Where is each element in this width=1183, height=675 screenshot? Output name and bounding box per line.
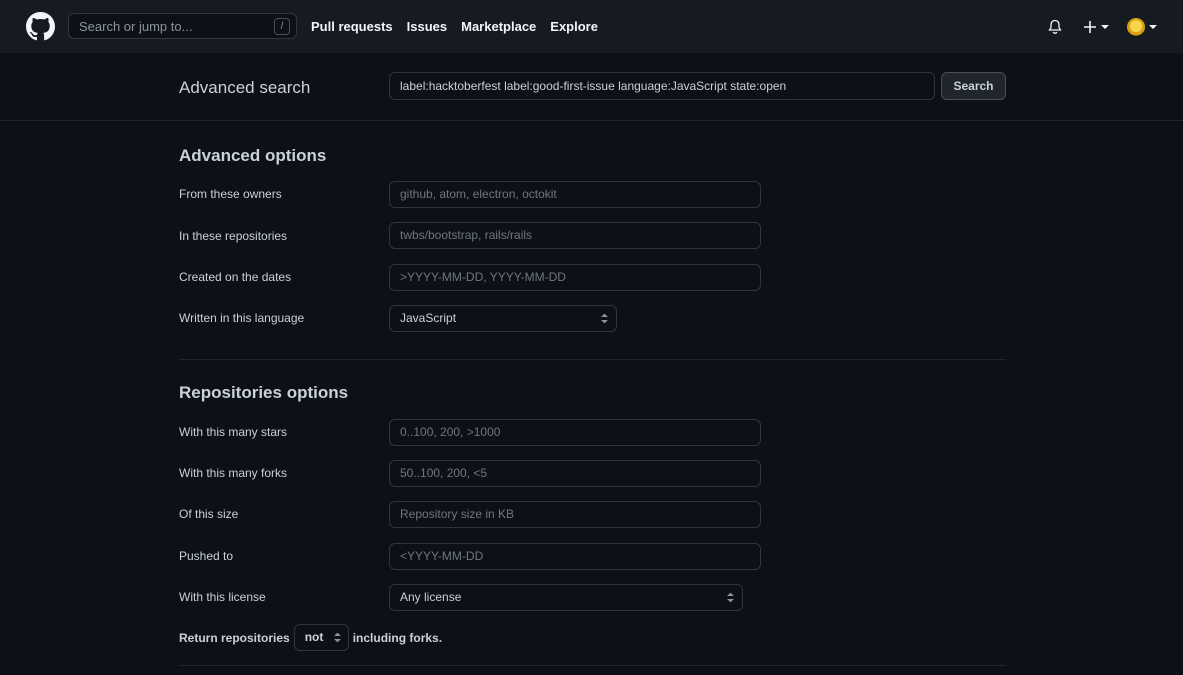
select-arrows-icon <box>727 592 734 603</box>
search-button[interactable]: Search <box>941 72 1006 100</box>
forks-label: With this many forks <box>179 466 288 480</box>
plus-icon <box>1084 20 1096 33</box>
section-divider <box>179 359 1006 360</box>
top-navbar: Search or jump to... / Pull requests Iss… <box>0 0 1183 53</box>
repositories-input[interactable]: twbs/bootstrap, rails/rails <box>389 222 761 249</box>
advanced-options-title: Advanced options <box>179 146 327 165</box>
select-arrows-icon <box>601 313 608 324</box>
nav-actions <box>1047 0 1157 53</box>
stars-label: With this many stars <box>179 425 288 439</box>
page-title: Advanced search <box>179 78 311 97</box>
search-shortcut-key: / <box>274 18 290 35</box>
pushed-input[interactable]: <YYYY-MM-DD <box>389 543 761 570</box>
return-repositories-label: Return repositories <box>179 630 290 645</box>
size-label: Of this size <box>179 507 239 521</box>
including-forks-label: including forks. <box>352 630 443 645</box>
select-arrows-icon <box>333 632 341 643</box>
license-select-value: Any license <box>400 590 462 604</box>
forks-input[interactable]: 50..100, 200, <5 <box>389 460 761 487</box>
pushed-label: Pushed to <box>179 549 234 563</box>
nav-link-explore[interactable]: Explore <box>550 19 598 34</box>
repositories-label: In these repositories <box>179 229 288 243</box>
notifications-bell-icon[interactable] <box>1047 19 1063 35</box>
license-label: With this license <box>179 590 266 604</box>
nav-link-issues[interactable]: Issues <box>407 19 447 34</box>
section-divider <box>179 665 1006 666</box>
chevron-down-icon <box>1101 24 1109 29</box>
owners-input[interactable]: github, atom, electron, octokit <box>389 181 761 208</box>
advanced-search-query-input[interactable]: label:hacktoberfest label:good-first-iss… <box>389 72 935 100</box>
license-select[interactable]: Any license <box>389 584 743 611</box>
nav-links: Pull requests Issues Marketplace Explore <box>311 0 612 53</box>
language-label: Written in this language <box>179 311 305 325</box>
created-dates-input[interactable]: >YYYY-MM-DD, YYYY-MM-DD <box>389 264 761 291</box>
language-select[interactable]: JavaScript <box>389 305 617 332</box>
owners-label: From these owners <box>179 187 282 201</box>
forks-inclusion-value: not <box>304 630 324 644</box>
size-input[interactable]: Repository size in KB <box>389 501 761 528</box>
forks-inclusion-row: Return repositories not including forks. <box>179 624 442 651</box>
language-select-value: JavaScript <box>400 311 457 325</box>
github-logo-icon[interactable] <box>26 12 55 41</box>
create-new-menu[interactable] <box>1083 20 1109 34</box>
repositories-options-title: Repositories options <box>179 383 349 402</box>
forks-inclusion-select[interactable]: not <box>293 624 349 651</box>
nav-link-pull-requests[interactable]: Pull requests <box>311 19 393 34</box>
avatar <box>1127 17 1145 36</box>
user-menu[interactable] <box>1127 17 1157 36</box>
chevron-down-icon <box>1149 24 1157 29</box>
nav-link-marketplace[interactable]: Marketplace <box>461 19 536 34</box>
global-search-input[interactable]: Search or jump to... / <box>68 13 297 39</box>
created-dates-label: Created on the dates <box>179 270 292 284</box>
stars-input[interactable]: 0..100, 200, >1000 <box>389 419 761 446</box>
global-search-placeholder: Search or jump to... <box>79 18 193 34</box>
